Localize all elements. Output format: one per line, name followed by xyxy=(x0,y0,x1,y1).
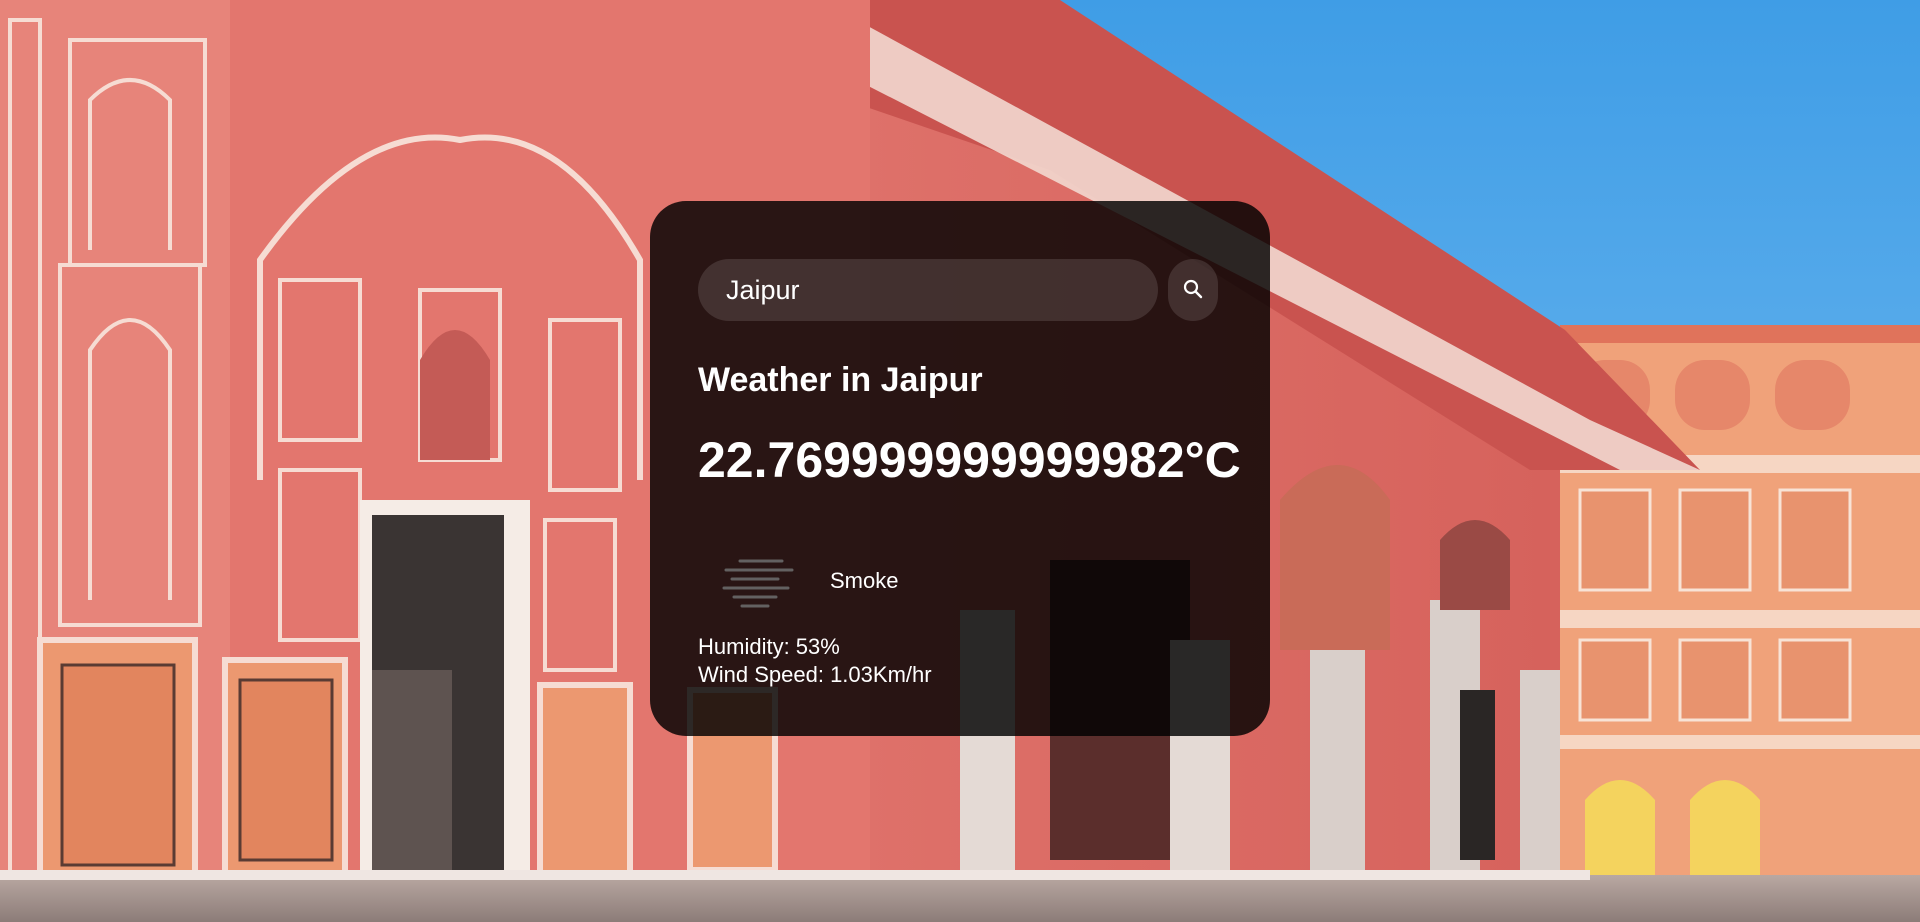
city-title: Weather in Jaipur xyxy=(698,361,983,399)
temperature-value: 22.769999999999982°C xyxy=(698,432,1241,488)
search-icon xyxy=(1182,278,1204,303)
weather-card: Weather in Jaipur 22.769999999999982°C S… xyxy=(650,201,1270,736)
weather-description-row: Smoke xyxy=(698,541,1098,621)
search-input[interactable] xyxy=(698,259,1158,321)
search-button[interactable] xyxy=(1168,259,1218,321)
wind-speed-text: Wind Speed: 1.03Km/hr xyxy=(698,662,932,687)
smoke-icon xyxy=(698,541,808,626)
search-bar xyxy=(698,259,1218,321)
humidity-text: Humidity: 53% xyxy=(698,634,840,659)
weather-description: Smoke xyxy=(830,568,899,593)
